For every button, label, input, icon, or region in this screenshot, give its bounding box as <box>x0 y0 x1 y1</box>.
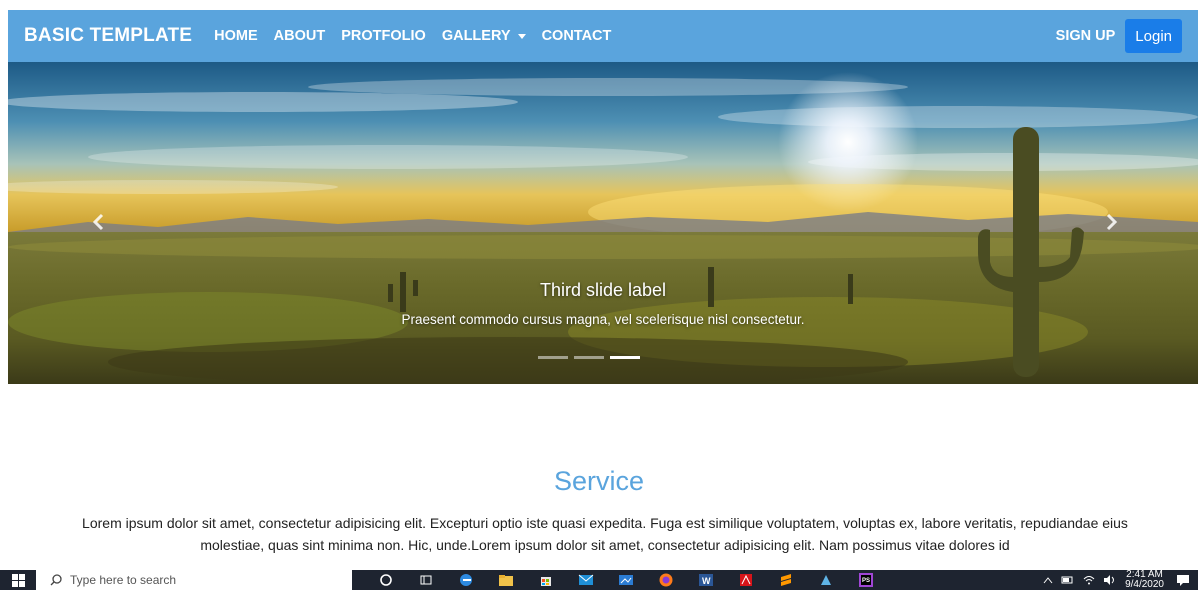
chevron-left-icon <box>92 213 104 231</box>
battery-icon[interactable] <box>1061 576 1075 584</box>
app-icon[interactable] <box>806 570 846 590</box>
task-view-icon[interactable] <box>406 570 446 590</box>
nav-portfolio[interactable]: PROTFOLIO <box>341 28 426 44</box>
word-icon[interactable]: W <box>686 570 726 590</box>
signup-link[interactable]: SIGN UP <box>1056 28 1116 44</box>
nav-about[interactable]: ABOUT <box>274 28 326 44</box>
windows-logo-icon <box>11 573 25 587</box>
carousel-next-button[interactable] <box>1102 210 1122 234</box>
svg-text:PS: PS <box>862 578 870 584</box>
nav-gallery-dropdown[interactable]: GALLERY <box>442 28 526 44</box>
cortana-icon[interactable] <box>366 570 406 590</box>
notifications-icon[interactable] <box>1176 574 1190 586</box>
file-explorer-icon[interactable] <box>486 570 526 590</box>
chevron-right-icon <box>1106 213 1118 231</box>
carousel-caption-title: Third slide label <box>539 280 667 300</box>
taskbar-apps: W PS <box>366 570 886 590</box>
volume-icon[interactable] <box>1103 575 1117 585</box>
caret-down-icon <box>517 33 526 39</box>
carousel-prev-button[interactable] <box>88 210 108 234</box>
carousel-indicator-1[interactable] <box>538 356 568 359</box>
page: BASIC TEMPLATE HOME ABOUT PROTFOLIO GALL… <box>0 0 1198 590</box>
store-icon[interactable] <box>526 570 566 590</box>
firefox-icon[interactable] <box>646 570 686 590</box>
desert-landscape-image <box>8 62 1198 384</box>
brand-logo[interactable]: BASIC TEMPLATE <box>24 25 192 47</box>
service-paragraph: Lorem ipsum dolor sit amet, consectetur … <box>82 515 1128 553</box>
search-icon <box>50 574 62 586</box>
login-button[interactable]: Login <box>1125 19 1182 53</box>
nav-contact[interactable]: CONTACT <box>542 28 612 44</box>
navbar: BASIC TEMPLATE HOME ABOUT PROTFOLIO GALL… <box>8 10 1198 62</box>
start-button[interactable] <box>0 570 36 590</box>
system-tray: 2:41 AM 9/4/2020 <box>1043 570 1198 590</box>
taskbar-search-placeholder: Type here to search <box>70 573 177 587</box>
wifi-icon[interactable] <box>1083 575 1095 585</box>
svg-text:W: W <box>702 576 711 586</box>
carousel-indicators <box>538 356 640 359</box>
carousel-indicator-2[interactable] <box>574 356 604 359</box>
mail-icon[interactable] <box>566 570 606 590</box>
taskbar-search-box[interactable]: Type here to search <box>36 570 352 590</box>
taskbar-clock[interactable]: 2:41 AM 9/4/2020 <box>1125 570 1164 590</box>
chevron-up-icon[interactable] <box>1043 576 1053 584</box>
windows-taskbar: Type here to search W PS 2:41 AM 9/4/202 <box>0 570 1198 590</box>
hero-carousel: Third slide label Praesent commodo cursu… <box>8 62 1198 384</box>
service-heading: Service <box>553 466 645 496</box>
carousel-indicator-3[interactable] <box>610 356 640 359</box>
edge-browser-icon[interactable] <box>446 570 486 590</box>
acrobat-icon[interactable] <box>726 570 766 590</box>
carousel-caption-text: Praesent commodo cursus magna, vel scele… <box>401 312 805 327</box>
nav-home[interactable]: HOME <box>214 28 258 44</box>
phpstorm-icon[interactable]: PS <box>846 570 886 590</box>
photos-icon[interactable] <box>606 570 646 590</box>
sublime-text-icon[interactable] <box>766 570 806 590</box>
nav-gallery-label: GALLERY <box>441 28 511 44</box>
clock-date: 9/4/2020 <box>1125 579 1164 590</box>
